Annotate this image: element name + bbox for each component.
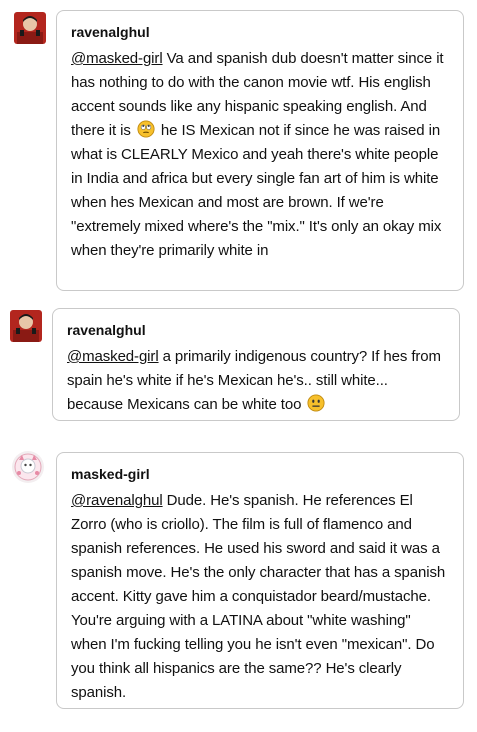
reply-username[interactable]: masked-girl (71, 465, 449, 483)
eye-roll-emoji-icon (137, 120, 155, 138)
reply-username[interactable]: ravenalghul (71, 23, 449, 41)
reply-text-segment: he IS Mexican not if since he was raised… (71, 122, 442, 259)
reply-thread: ravenalghul @masked-girl Va and spanish … (0, 0, 477, 732)
mention-link[interactable]: @ravenalghul (71, 492, 163, 509)
mention-link[interactable]: @masked-girl (71, 50, 163, 67)
avatar[interactable] (14, 12, 46, 44)
avatar[interactable] (10, 310, 42, 342)
reply-username[interactable]: ravenalghul (67, 321, 445, 339)
mention-link[interactable]: @masked-girl (67, 348, 159, 365)
reply-bubble: ravenalghul @masked-girl a primarily ind… (52, 308, 460, 421)
user-avatar-icon (14, 12, 46, 44)
reply-text-segment: Dude. He's spanish. He references El Zor… (71, 492, 446, 701)
neutral-face-emoji-icon (307, 394, 325, 412)
avatar[interactable] (12, 451, 44, 483)
reply-bubble: ravenalghul @masked-girl Va and spanish … (56, 10, 464, 291)
reply-text: @ravenalghul Dude. He's spanish. He refe… (71, 489, 449, 705)
user-avatar-icon (10, 310, 42, 342)
reply-text: @masked-girl Va and spanish dub doesn't … (71, 47, 449, 263)
reply-text: @masked-girl a primarily indigenous coun… (67, 345, 445, 417)
reply-bubble: masked-girl @ravenalghul Dude. He's span… (56, 452, 464, 709)
user-avatar-icon (12, 451, 44, 483)
